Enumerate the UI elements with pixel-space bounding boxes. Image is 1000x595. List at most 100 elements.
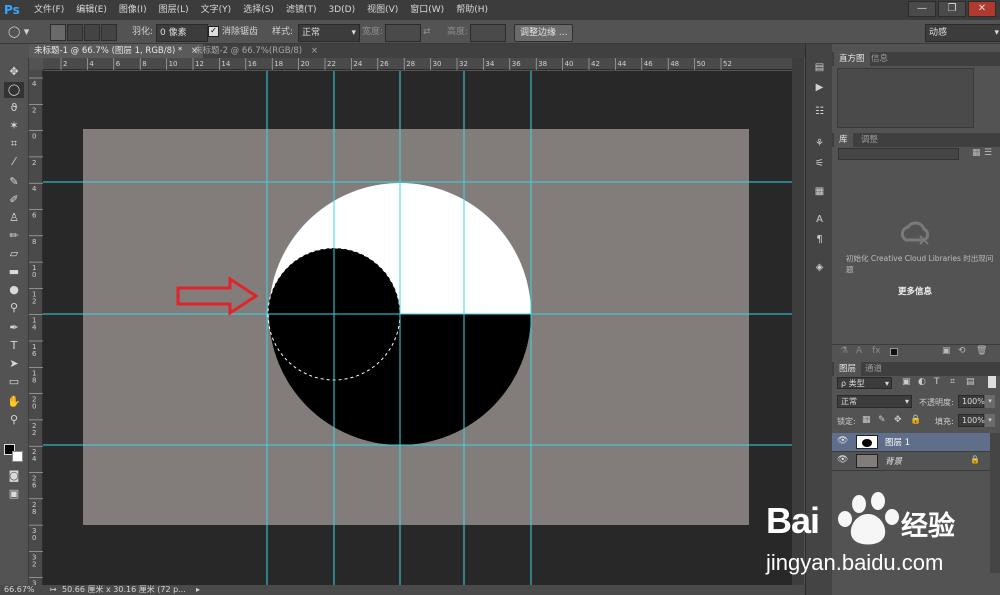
swap-icon[interactable]: ⇄: [423, 24, 431, 40]
maximize-button[interactable]: ❐: [938, 1, 966, 17]
menu-3d[interactable]: 3D(D): [322, 0, 361, 20]
eyedropper-tool-icon[interactable]: ⁄: [4, 154, 24, 170]
eye-icon[interactable]: 👁: [837, 455, 848, 465]
add-to-selection-icon[interactable]: [67, 24, 83, 41]
style-select[interactable]: 正常 ▾: [298, 24, 360, 42]
feather-input[interactable]: 0 像素: [156, 24, 208, 42]
chevron-down-icon[interactable]: ▾: [985, 414, 995, 427]
layer-row-layer1[interactable]: 👁 图层 1: [832, 433, 990, 452]
minimize-button[interactable]: —: [908, 1, 936, 17]
tab-document-2[interactable]: 未标题-2 @ 66.7%(RGB/8) ×: [189, 44, 323, 58]
menu-type[interactable]: 文字(Y): [195, 0, 238, 20]
paragraph-icon[interactable]: ¶: [811, 232, 828, 248]
fill-input[interactable]: 100%: [958, 414, 985, 427]
menu-select[interactable]: 选择(S): [237, 0, 280, 20]
filter-toggle[interactable]: [988, 376, 996, 388]
ellipse-marquee-preset-icon[interactable]: ◯ ▾: [8, 24, 29, 40]
dodge-tool-icon[interactable]: ⚲: [4, 300, 24, 316]
opacity-input[interactable]: 100%: [958, 395, 985, 408]
layer-name[interactable]: 图层 1: [885, 436, 910, 448]
cc-icon[interactable]: ⚗: [840, 346, 848, 356]
rectangle-tool-icon[interactable]: ▭: [4, 374, 24, 390]
hand-tool-icon[interactable]: ✋: [4, 394, 24, 410]
gradient-tool-icon[interactable]: ▬: [4, 264, 24, 280]
fx-icon[interactable]: fx: [872, 346, 881, 356]
subtract-selection-icon[interactable]: [84, 24, 100, 41]
blur-tool-icon[interactable]: ●: [4, 282, 24, 298]
brush-settings-icon[interactable]: ⚘: [811, 136, 828, 152]
menu-file[interactable]: 文件(F): [28, 0, 70, 20]
refine-edge-button[interactable]: 调整边缘 ...: [514, 24, 574, 42]
document-canvas[interactable]: [43, 71, 792, 585]
menu-window[interactable]: 窗口(W): [404, 0, 450, 20]
height-input[interactable]: [470, 24, 506, 42]
canvas-area[interactable]: [43, 71, 792, 585]
crop-tool-icon[interactable]: ⌗: [4, 136, 24, 152]
background-color-swatch[interactable]: [12, 451, 23, 462]
brush-presets-icon[interactable]: ⚟: [811, 156, 828, 172]
blend-mode-select[interactable]: 正常 ▾: [837, 395, 912, 408]
lock-position-icon[interactable]: ✥: [894, 415, 902, 425]
healing-brush-tool-icon[interactable]: ✎: [4, 174, 24, 190]
close-icon[interactable]: ×: [311, 46, 318, 56]
eye-icon[interactable]: 👁: [837, 436, 848, 446]
tab-adjust[interactable]: 调整: [856, 133, 883, 147]
width-input[interactable]: [385, 24, 421, 42]
type-tool-icon[interactable]: T: [4, 338, 24, 354]
tab-histogram[interactable]: 直方图: [834, 52, 870, 66]
delete-icon[interactable]: 🗑: [976, 346, 987, 356]
properties-icon[interactable]: ☷: [811, 104, 828, 120]
menu-help[interactable]: 帮助(H): [450, 0, 494, 20]
workspace-select[interactable]: 动感 ▾: [925, 24, 1000, 42]
tab-info[interactable]: 信息: [866, 52, 893, 66]
menu-edit[interactable]: 编辑(E): [70, 0, 113, 20]
filter-pixel-icon[interactable]: ▣: [902, 377, 911, 387]
stock-icon[interactable]: ▣: [942, 346, 951, 356]
path-selection-tool-icon[interactable]: ➤: [4, 356, 24, 372]
intersect-selection-icon[interactable]: [101, 24, 117, 41]
grid-view-icon[interactable]: ▦: [972, 148, 981, 158]
lock-transparent-icon[interactable]: ▦: [862, 415, 871, 425]
tab-layers[interactable]: 图层: [834, 362, 862, 376]
magic-wand-tool-icon[interactable]: ✶: [4, 118, 24, 134]
eraser-tool-icon[interactable]: ▱: [4, 246, 24, 262]
chevron-right-icon[interactable]: ▸: [196, 585, 200, 595]
clone-source-icon[interactable]: ▦: [811, 184, 828, 200]
menu-image[interactable]: 图像(I): [113, 0, 153, 20]
filter-adjust-icon[interactable]: ◐: [918, 377, 926, 387]
close-button[interactable]: ✕: [968, 1, 996, 17]
color-swatch-icon[interactable]: [890, 348, 898, 356]
history-icon[interactable]: ▤: [811, 60, 828, 76]
chevron-down-icon[interactable]: ▾: [985, 395, 995, 408]
character-icon[interactable]: A: [811, 212, 828, 228]
ellipse-marquee-tool-icon[interactable]: ◯: [4, 82, 24, 98]
lock-pixels-icon[interactable]: ✎: [878, 415, 886, 425]
tab-document-1[interactable]: 未标题-1 @ 66.7% (图层 1, RGB/8) * ×: [29, 44, 204, 58]
tab-library[interactable]: 库: [834, 133, 853, 147]
antialias-checkbox[interactable]: ✓ 消除锯齿: [208, 24, 258, 40]
3d-icon[interactable]: ◈: [811, 260, 828, 276]
brush-tool-icon[interactable]: ✐: [4, 192, 24, 208]
layer-filter-select[interactable]: ρ 类型 ▾: [837, 377, 892, 389]
screen-mode-icon[interactable]: ▣: [4, 486, 24, 502]
new-selection-icon[interactable]: [50, 24, 66, 41]
actions-icon[interactable]: ▶: [811, 80, 828, 96]
layer-row-background[interactable]: 👁 背景 🔒: [832, 452, 990, 471]
quick-mask-icon[interactable]: ◙: [4, 468, 24, 484]
layer-name[interactable]: 背景: [885, 455, 902, 467]
zoom-tool-icon[interactable]: ⚲: [4, 412, 24, 428]
more-info-link[interactable]: 更多信息: [898, 285, 932, 297]
filter-type-icon[interactable]: T: [934, 377, 940, 387]
export-icon[interactable]: ↦: [50, 585, 57, 595]
filter-shape-icon[interactable]: ⌗: [950, 377, 955, 387]
history-brush-tool-icon[interactable]: ✏: [4, 228, 24, 244]
lasso-tool-icon[interactable]: ϑ: [4, 100, 24, 116]
filter-smart-icon[interactable]: ▤: [966, 377, 975, 387]
clone-stamp-tool-icon[interactable]: ♙: [4, 210, 24, 226]
menu-filter[interactable]: 滤镜(T): [280, 0, 323, 20]
menu-view[interactable]: 视图(V): [361, 0, 404, 20]
sync-icon[interactable]: ⟲: [958, 346, 966, 356]
text-icon[interactable]: A: [856, 346, 862, 356]
menu-layer[interactable]: 图层(L): [153, 0, 195, 20]
list-view-icon[interactable]: ☰: [984, 148, 992, 158]
